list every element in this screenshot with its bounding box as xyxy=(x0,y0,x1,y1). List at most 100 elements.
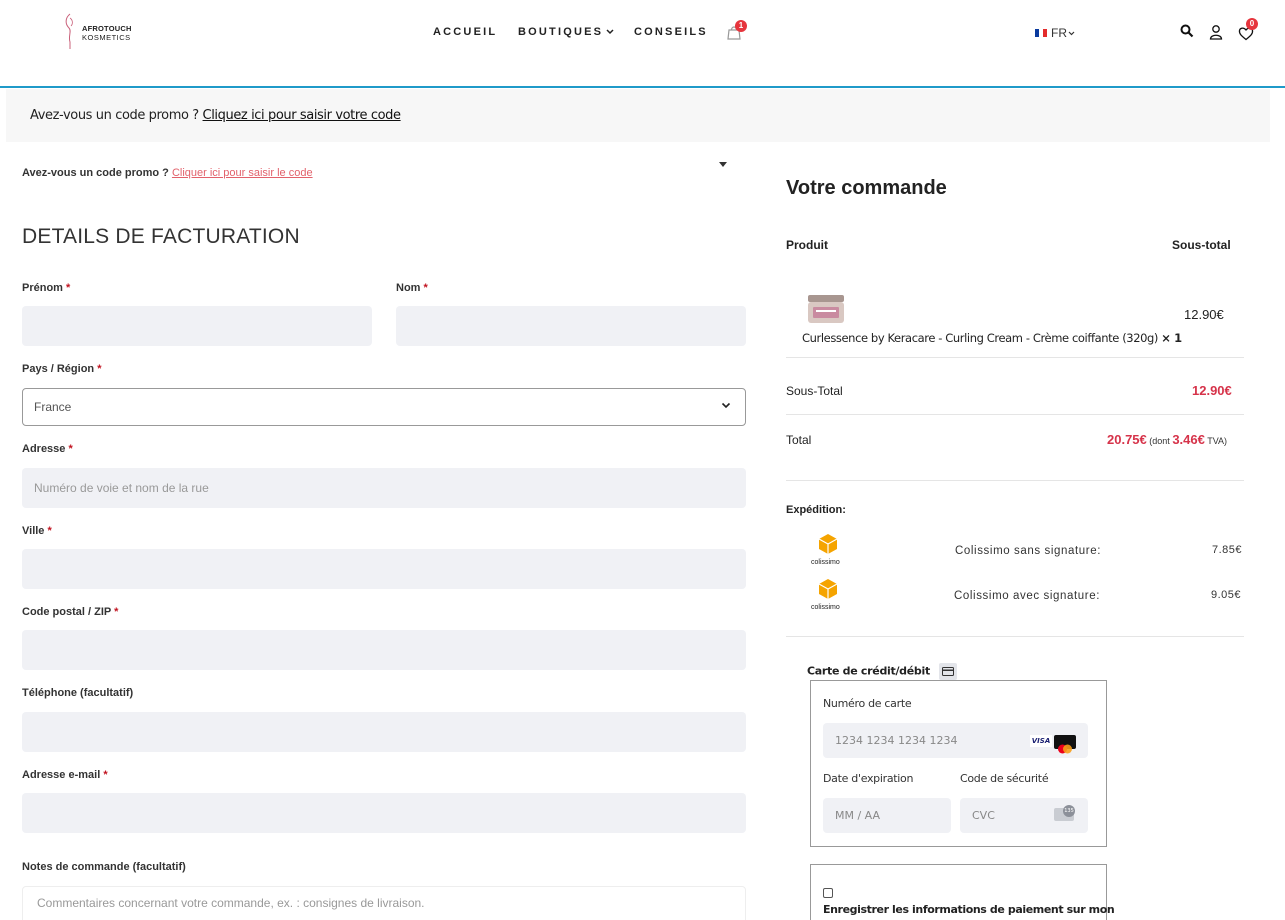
product-column-header: Produit xyxy=(786,238,828,252)
divider xyxy=(786,414,1244,415)
shipping-option-name[interactable]: Colissimo avec signature: xyxy=(954,590,1100,602)
visa-icon: VISA xyxy=(1030,735,1052,747)
order-notes-label: Notes de commande (facultatif) xyxy=(22,861,186,873)
divider xyxy=(786,636,1244,637)
nav-tips[interactable]: CONSEILS xyxy=(634,26,708,38)
nav-shops[interactable]: BOUTIQUES xyxy=(518,26,614,38)
shipping-option-price: 9.05€ xyxy=(1211,589,1242,601)
expiry-input[interactable]: MM / AA xyxy=(823,798,951,833)
product-quantity: × 1 xyxy=(1161,331,1182,345)
user-account-icon[interactable] xyxy=(1209,24,1223,40)
country-label-text: Pays / Région xyxy=(22,363,95,375)
product-name: Curlessence by Keracare - Curling Cream … xyxy=(802,331,1159,345)
total-label: Total xyxy=(786,433,812,447)
tax-value: 3.46€ xyxy=(1172,432,1205,447)
payment-method-label[interactable]: Carte de crédit/débit xyxy=(807,663,958,680)
card-number-placeholder: 1234 1234 1234 1234 xyxy=(835,734,958,747)
cvc-card-icon: 135 xyxy=(1054,805,1075,821)
cart-count-badge: 1 xyxy=(735,20,747,32)
chevron-down-icon xyxy=(1068,31,1075,35)
email-input[interactable] xyxy=(22,793,746,833)
address-input[interactable]: Numéro de voie et nom de la rue xyxy=(22,468,746,508)
required-marker: * xyxy=(68,443,73,455)
postcode-input[interactable] xyxy=(22,630,746,670)
city-input[interactable] xyxy=(22,549,746,589)
promo-notice-question: Avez-vous un code promo ? xyxy=(30,108,199,123)
order-title: Votre commande xyxy=(786,177,947,199)
save-payment-checkbox[interactable] xyxy=(823,888,833,898)
country-selected-value: France xyxy=(34,400,72,414)
language-selector[interactable]: FR xyxy=(1035,26,1075,40)
colissimo-logo: colissimo xyxy=(810,578,846,614)
shipping-option-price: 7.85€ xyxy=(1212,544,1243,556)
credit-card-icon xyxy=(939,663,958,680)
first-name-label-text: Prénom xyxy=(22,282,63,294)
nav-shops-label: BOUTIQUES xyxy=(518,26,604,38)
cvc-label: Code de sécurité xyxy=(960,772,1049,785)
last-name-label-text: Nom xyxy=(396,282,421,294)
tax-prefix: (dont xyxy=(1149,436,1170,446)
wishlist-button[interactable]: 0 xyxy=(1238,18,1258,41)
colissimo-logo-text: colissimo xyxy=(811,559,840,566)
country-select[interactable]: France xyxy=(22,388,746,426)
subtotal-column-header: Sous-total xyxy=(1172,238,1231,252)
last-name-input[interactable] xyxy=(396,306,746,346)
address-label: Adresse * xyxy=(22,443,73,455)
site-logo[interactable]: AFROTOUCH KOSMETICS xyxy=(62,12,132,52)
cvc-input[interactable]: CVC 135 xyxy=(960,798,1088,833)
shipping-option-name[interactable]: Colissimo sans signature: xyxy=(955,545,1101,557)
france-flag-icon xyxy=(1035,29,1047,37)
last-name-label: Nom * xyxy=(396,282,428,294)
save-payment-section: Enregistrer les informations de paiement… xyxy=(810,864,1115,920)
promo-notice-text: Avez-vous un code promo ? Cliquez ici po… xyxy=(30,108,401,123)
mastercard-icon xyxy=(1054,735,1076,754)
required-marker: * xyxy=(103,769,108,781)
required-marker: * xyxy=(423,282,428,294)
required-marker: * xyxy=(47,525,52,537)
search-icon[interactable] xyxy=(1180,24,1194,38)
promo-toggle-link[interactable]: Cliquer ici pour saisir le code xyxy=(172,167,313,179)
postcode-label: Code postal / ZIP * xyxy=(22,606,118,618)
billing-title: DETAILS DE FACTURATION xyxy=(22,225,300,248)
total-summary: 20.75€ (dont 3.46€ TVA) xyxy=(1107,432,1227,447)
cvc-placeholder: CVC xyxy=(972,809,995,822)
nav-home[interactable]: ACCUEIL xyxy=(433,26,497,38)
logo-subtitle: KOSMETICS xyxy=(82,33,131,42)
card-number-input[interactable]: 1234 1234 1234 1234 VISA xyxy=(823,723,1088,758)
save-payment-label: Enregistrer les informations de paiement… xyxy=(823,903,1115,916)
colissimo-box-icon xyxy=(818,534,838,554)
required-marker: * xyxy=(66,282,71,294)
colissimo-logo: colissimo xyxy=(810,533,846,569)
expiry-label: Date d'expiration xyxy=(823,772,914,785)
card-details-form: Numéro de carte 1234 1234 1234 1234 VISA… xyxy=(810,680,1107,847)
payment-method-text: Carte de crédit/débit xyxy=(807,664,930,678)
phone-input[interactable] xyxy=(22,712,746,752)
required-marker: * xyxy=(114,606,119,618)
required-marker: * xyxy=(97,363,102,375)
divider xyxy=(786,357,1244,358)
chevron-down-icon xyxy=(606,29,614,35)
promo-code-link[interactable]: Cliquez ici pour saisir votre code xyxy=(203,108,401,123)
logo-mark-icon xyxy=(65,13,73,49)
cvc-icon-digits: 135 xyxy=(1063,805,1075,817)
email-label: Adresse e-mail * xyxy=(22,769,108,781)
site-header: AFROTOUCH KOSMETICS ACCUEIL BOUTIQUES CO… xyxy=(0,0,1285,88)
city-label: Ville * xyxy=(22,525,52,537)
subtotal-label: Sous-Total xyxy=(786,384,843,398)
logo-title: AFROTOUCH xyxy=(82,24,132,33)
wishlist-count-badge: 0 xyxy=(1246,18,1258,30)
first-name-input[interactable] xyxy=(22,306,372,346)
product-thumbnail[interactable] xyxy=(807,294,845,324)
email-label-text: Adresse e-mail xyxy=(22,769,101,781)
header-cart[interactable]: 1 xyxy=(727,20,749,42)
promo-code-toggle: Avez-vous un code promo ? Cliquer ici po… xyxy=(22,167,313,179)
order-notes-textarea[interactable]: Commentaires concernant votre commande, … xyxy=(22,886,746,920)
shipping-label: Expédition: xyxy=(786,504,846,516)
divider xyxy=(786,480,1244,481)
colissimo-logo-text: colissimo xyxy=(811,604,840,611)
caret-down-icon[interactable] xyxy=(719,162,727,167)
postcode-label-text: Code postal / ZIP xyxy=(22,606,112,618)
promo-code-notice: Avez-vous un code promo ? Cliquez ici po… xyxy=(6,89,1270,142)
promo-toggle-question: Avez-vous un code promo ? xyxy=(22,167,169,179)
total-value: 20.75€ xyxy=(1107,432,1147,447)
